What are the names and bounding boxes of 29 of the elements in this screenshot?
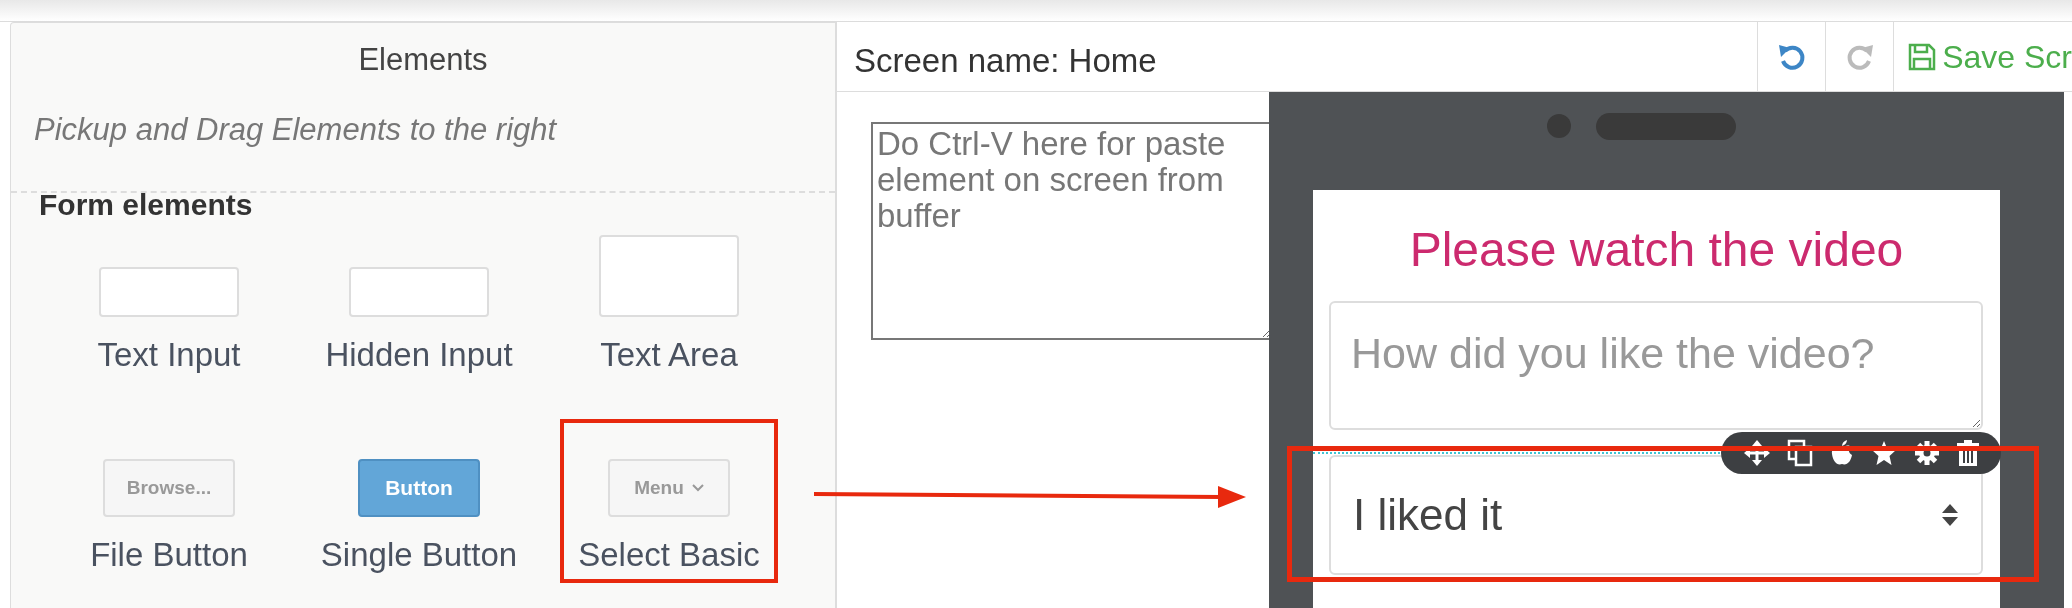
section-title: Form elements (38, 193, 253, 217)
element-label: File Button (90, 535, 248, 575)
delete-icon[interactable] (1956, 440, 1979, 466)
apple-icon[interactable] (1829, 440, 1854, 466)
element-item[interactable]: Button Single Button (310, 419, 528, 583)
element-label: Text Area (600, 335, 738, 375)
settings-icon[interactable] (1913, 440, 1940, 466)
element-item[interactable]: Menu Select Basic (560, 419, 778, 583)
element-item[interactable]: Browse... File Button (60, 419, 278, 583)
menu-label: Menu (634, 475, 684, 500)
feedback-textarea[interactable]: How did you like the video? (1329, 301, 1983, 430)
button-preview: Button (358, 459, 480, 517)
panel-title: Elements (358, 41, 488, 79)
chevron-down-icon (691, 484, 704, 492)
element-item[interactable]: Text Area (560, 219, 778, 383)
browse-button-preview: Browse... (103, 459, 235, 517)
screen-title: Please watch the video (1408, 222, 1905, 278)
sort-arrows-icon (1941, 503, 1959, 527)
element-item[interactable]: Hidden Input (310, 219, 528, 383)
element-label: Text Input (97, 335, 241, 375)
panel-hint: Pickup and Drag Elements to the right (33, 111, 557, 149)
element-label: Select Basic (578, 535, 760, 575)
copy-icon[interactable] (1786, 439, 1813, 467)
move-icon[interactable] (1743, 440, 1770, 466)
element-item[interactable]: Text Input (60, 219, 278, 383)
select-field[interactable]: I liked it (1329, 455, 1983, 575)
element-label: Single Button (320, 535, 518, 575)
element-label: Hidden Input (325, 335, 513, 375)
screen-name: Screen name: Home (853, 41, 1158, 81)
